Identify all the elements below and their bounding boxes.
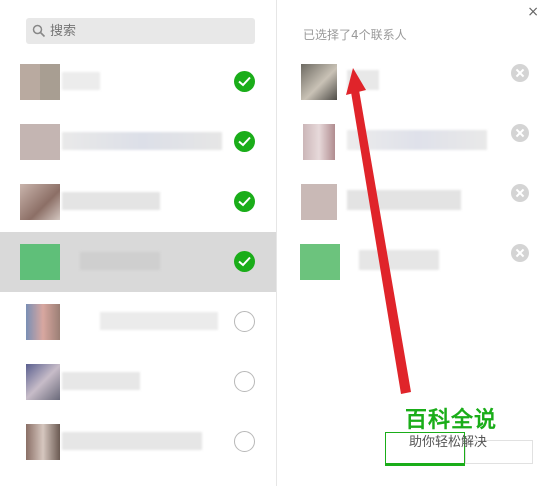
select-contacts-dialog: × 已选择了4个联系人 百科全说 助你轻松解决 (0, 0, 549, 486)
annotation-arrow (346, 68, 411, 394)
